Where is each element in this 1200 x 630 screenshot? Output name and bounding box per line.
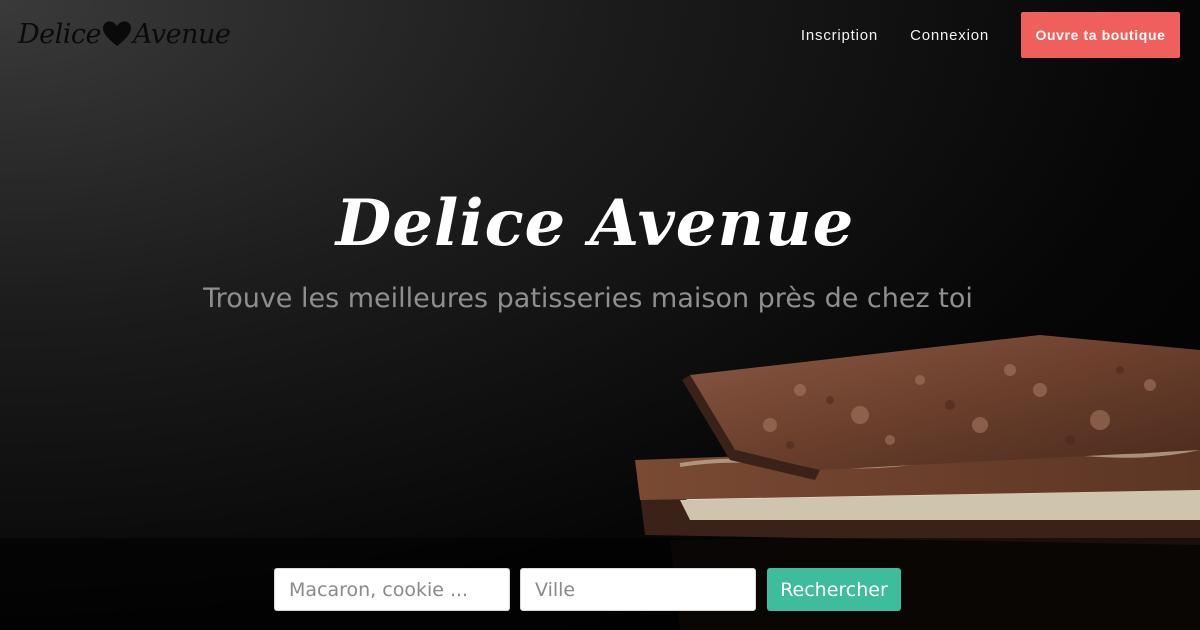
hero-title: Delice Avenue: [335, 186, 855, 261]
hero-section: Delice Avenue Inscription Connexion Ouvr…: [0, 0, 1200, 630]
logo-text-right: Avenue: [133, 18, 231, 50]
login-link[interactable]: Connexion: [910, 27, 989, 44]
search-query-input[interactable]: [274, 568, 510, 611]
signup-link[interactable]: Inscription: [801, 27, 878, 44]
brand-logo[interactable]: Delice Avenue: [18, 14, 231, 54]
open-shop-button[interactable]: Ouvre ta boutique: [1021, 12, 1180, 58]
hero-subtitle: Trouve les meilleures patisseries maison…: [203, 283, 973, 314]
heart-icon: [103, 21, 131, 47]
top-navigation: Inscription Connexion Ouvre ta boutique: [801, 12, 1180, 58]
search-button[interactable]: Rechercher: [767, 568, 901, 611]
city-input[interactable]: [520, 568, 756, 611]
logo-text-left: Delice: [18, 18, 102, 50]
